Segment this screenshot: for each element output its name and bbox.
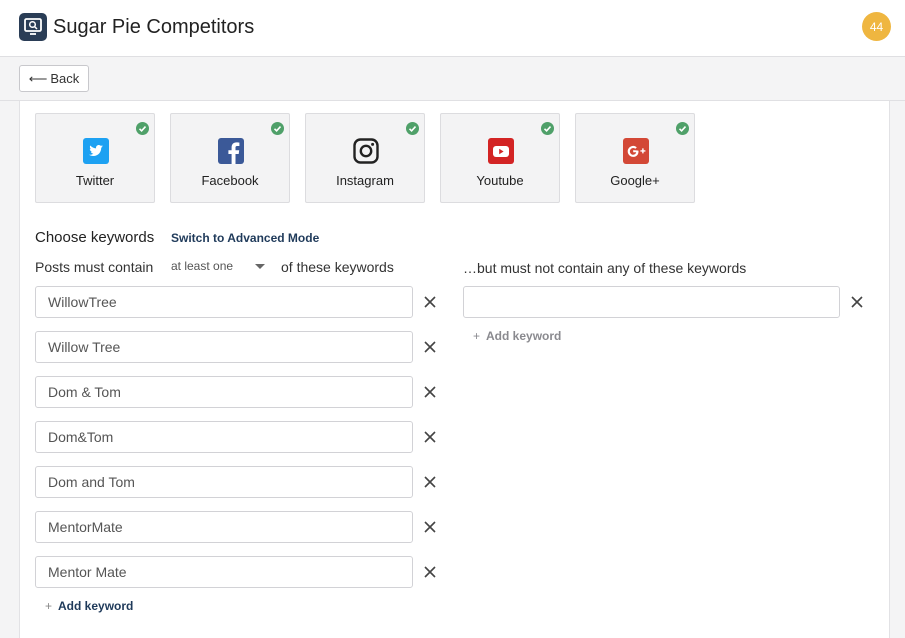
back-button[interactable]: ⟵ Back [19,65,89,92]
network-card-youtube[interactable]: Youtube [440,113,560,203]
network-card-twitter[interactable]: Twitter [35,113,155,203]
toolbar: ⟵ Back [0,57,905,101]
include-keyword-input[interactable] [35,466,413,498]
check-icon [541,122,554,135]
network-card-instagram[interactable]: Instagram [305,113,425,203]
include-suffix-text: of these keywords [281,259,394,275]
close-icon[interactable] [424,566,436,578]
check-icon [271,122,284,135]
exclude-label: …but must not contain any of these keywo… [463,260,747,276]
add-keyword-label: Add keyword [486,329,562,343]
arrow-left-icon: ⟵ [28,70,48,86]
exclude-keyword-input[interactable] [463,286,840,318]
network-label: Instagram [336,173,394,188]
network-card-facebook[interactable]: Facebook [170,113,290,203]
include-keyword-input[interactable] [35,331,413,363]
plus-icon: + [45,599,53,613]
page-title: Sugar Pie Competitors [53,16,255,38]
monitor-search-icon[interactable] [19,13,47,41]
facebook-icon [218,138,244,164]
check-icon [676,122,689,135]
close-icon[interactable] [424,341,436,353]
add-include-keyword-button[interactable]: + Add keyword [45,599,133,613]
close-icon[interactable] [424,296,436,308]
network-label: Twitter [75,173,115,188]
advanced-mode-link[interactable]: Switch to Advanced Mode [171,231,319,245]
network-label: Facebook [201,173,259,188]
check-icon [136,122,149,135]
close-icon[interactable] [424,431,436,443]
include-keyword-input[interactable] [35,421,413,453]
instagram-icon [353,138,379,164]
network-label: Google+ [610,173,660,188]
close-icon[interactable] [424,386,436,398]
network-card-google-plus[interactable]: Google+ [575,113,695,203]
app-header: Sugar Pie Competitors 44 [0,0,905,57]
notification-badge[interactable]: 44 [862,12,891,41]
close-icon[interactable] [424,476,436,488]
close-icon[interactable] [851,296,863,308]
include-keyword-input[interactable] [35,286,413,318]
back-button-label: Back [50,71,80,86]
youtube-icon [488,138,514,164]
network-label: Youtube [476,173,524,188]
twitter-icon [83,138,109,164]
add-exclude-keyword-button[interactable]: + Add keyword [473,329,561,343]
keywords-section-title: Choose keywords [35,229,155,246]
close-icon[interactable] [424,521,436,533]
include-keyword-input[interactable] [35,376,413,408]
include-prefix-text: Posts must contain [35,259,154,275]
include-keyword-input[interactable] [35,556,413,588]
google-plus-icon [623,138,649,164]
include-keyword-input[interactable] [35,511,413,543]
match-mode-select[interactable]: at least one [171,259,267,275]
check-icon [406,122,419,135]
chevron-down-icon[interactable] [255,264,265,269]
add-keyword-label: Add keyword [58,599,134,613]
plus-icon: + [473,329,481,343]
